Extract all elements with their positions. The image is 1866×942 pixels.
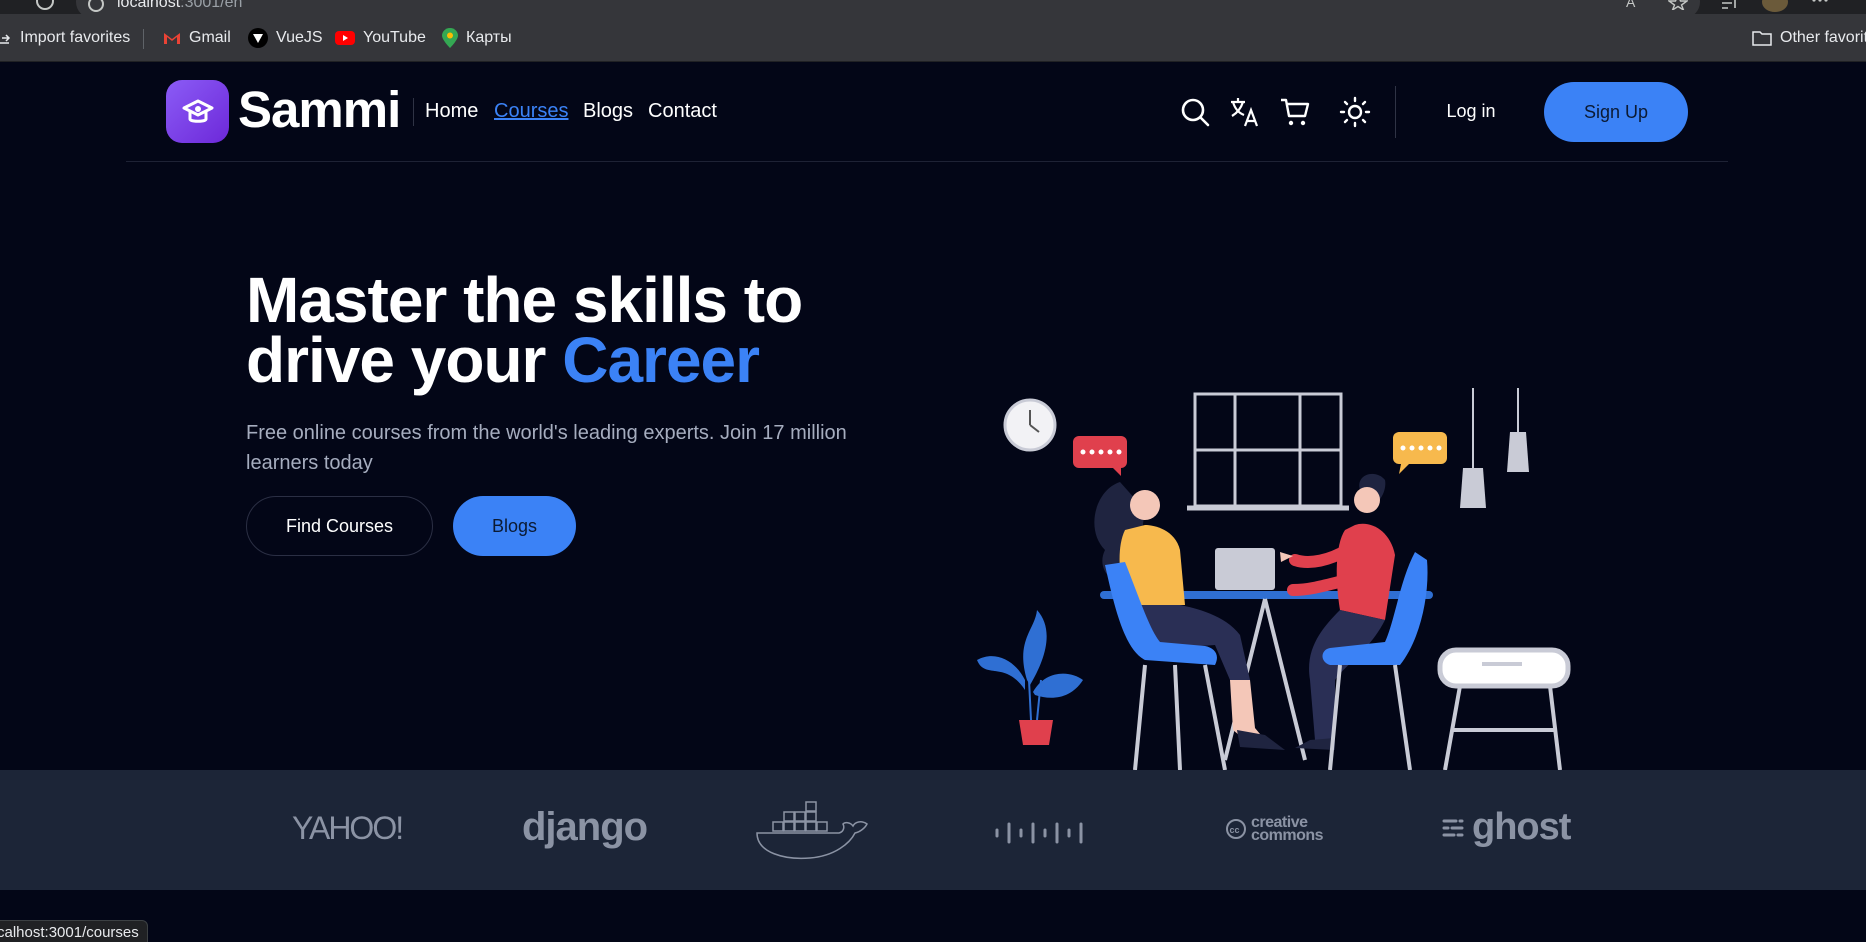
theme-toggle-icon[interactable] [1339, 96, 1371, 128]
partner-django: django [522, 805, 648, 849]
logo-icon[interactable] [166, 80, 229, 143]
bookmark-other-favorites[interactable]: Other favorite [1752, 14, 1866, 62]
stool-icon [1437, 647, 1571, 770]
svg-text:cc: cc [1230, 825, 1240, 835]
nav-home[interactable]: Home [425, 100, 478, 123]
bookmark-vuejs[interactable]: VueJS [248, 14, 323, 62]
cart-icon[interactable] [1279, 96, 1311, 128]
hero-title: Master the skills to drive your Career [246, 264, 803, 396]
status-url: calhost:3001/courses [0, 920, 148, 942]
partner-ghost: ghost [1442, 806, 1571, 849]
nav-courses[interactable]: Courses [494, 100, 568, 123]
header-divider [1395, 86, 1396, 138]
clock-icon [1003, 398, 1057, 452]
translate-icon[interactable] [1229, 96, 1261, 128]
blogs-button[interactable]: Blogs [453, 496, 576, 556]
favorites-icon[interactable] [1720, 0, 1740, 10]
bookmark-gmail[interactable]: Gmail [163, 14, 231, 62]
import-icon [0, 34, 11, 44]
folder-icon [1752, 31, 1772, 46]
youtube-icon [335, 31, 355, 45]
bookmarks-bar: Import favorites Gmail VueJS YouTube Кар… [0, 14, 1866, 62]
window-icon [1187, 392, 1349, 511]
signup-button[interactable]: Sign Up [1544, 82, 1688, 142]
nav-divider [413, 98, 414, 126]
bookmark-import-favorites[interactable]: Import favorites [0, 14, 130, 62]
star-icon[interactable] [1668, 0, 1688, 10]
svg-text:A: A [1626, 0, 1636, 10]
nav-contact[interactable]: Contact [648, 100, 717, 123]
hero-illustration [977, 388, 1571, 770]
bookmark-separator [143, 29, 144, 49]
maps-icon [442, 28, 458, 48]
address-text[interactable]: localhost:3001/en [117, 0, 242, 12]
partner-creative-commons: cc creative commons [1225, 815, 1324, 844]
docker-logo [756, 801, 868, 860]
find-courses-button[interactable]: Find Courses [246, 496, 433, 556]
speech-bubble-red-icon [1073, 436, 1127, 476]
cisco-logo [995, 822, 1083, 844]
search-icon[interactable] [1179, 96, 1211, 128]
read-aloud-icon[interactable]: A [1624, 0, 1644, 10]
hero-title-accent: Career [562, 324, 760, 396]
nav-blogs[interactable]: Blogs [583, 100, 633, 123]
ghost-icon [1442, 819, 1464, 836]
partners-band: YAHOO! django cc creative commons ghost [0, 770, 1866, 890]
bookmark-youtube[interactable]: YouTube [335, 14, 426, 62]
bookmark-maps[interactable]: Карты [442, 14, 512, 62]
gmail-icon [164, 33, 180, 44]
brand-name[interactable]: Sammi [238, 80, 401, 139]
plant-icon [977, 610, 1083, 745]
login-button[interactable]: Log in [1436, 96, 1506, 126]
vuejs-icon [248, 28, 268, 48]
partner-yahoo: YAHOO! [292, 810, 404, 846]
speech-bubble-yellow-icon [1393, 432, 1447, 474]
creative-commons-icon: cc [1226, 819, 1246, 839]
hero-subtitle: Free online courses from the world's lea… [246, 422, 847, 474]
more-icon[interactable] [1810, 0, 1830, 10]
pendant-lamp-icon [1460, 388, 1529, 508]
